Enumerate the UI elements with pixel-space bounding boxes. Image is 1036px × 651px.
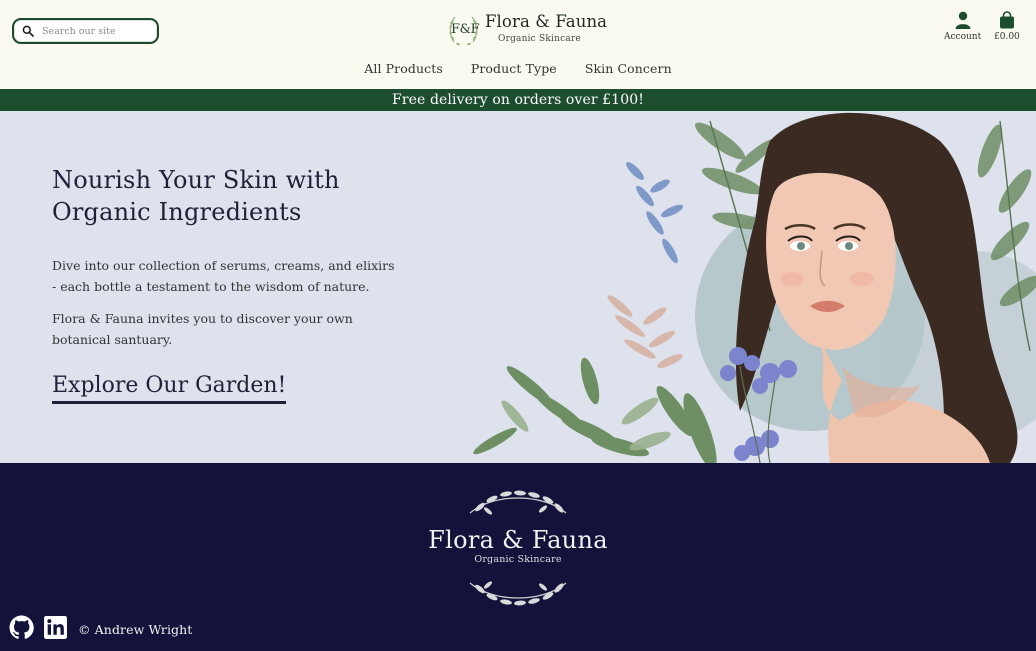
nav-product-type[interactable]: Product Type xyxy=(471,61,557,76)
brand-monogram: F&F xyxy=(451,22,480,37)
brand-name: Flora & Fauna xyxy=(485,12,608,31)
nav-skin-concern[interactable]: Skin Concern xyxy=(585,61,672,76)
laurel-wreath-icon: F&F xyxy=(448,12,480,49)
search-icon[interactable] xyxy=(22,22,34,41)
github-icon xyxy=(9,615,34,639)
shopping-bag-icon xyxy=(999,11,1014,29)
hero-title: Nourish Your Skin with Organic Ingredien… xyxy=(52,166,340,226)
brand-tagline: Organic Skincare xyxy=(498,34,581,44)
hero-section: Nourish Your Skin with Organic Ingredien… xyxy=(0,111,1036,463)
search-input[interactable] xyxy=(42,25,154,37)
social-links: © Andrew Wright xyxy=(9,615,192,644)
account-link[interactable]: Account xyxy=(944,11,981,42)
site-footer: Flora & Fauna Organic Skincare © Andrew … xyxy=(0,463,1036,651)
search-form[interactable] xyxy=(12,18,159,44)
hero-paragraph-2: Flora & Fauna invites you to discover yo… xyxy=(52,311,353,347)
footer-tagline: Organic Skincare xyxy=(474,554,562,565)
site-header: F&F Flora & Fauna Organic Skincare All P… xyxy=(0,0,1036,89)
cart-total: £0.00 xyxy=(994,32,1020,42)
github-link[interactable] xyxy=(9,615,43,644)
brand-text: Flora & Fauna Organic Skincare xyxy=(485,12,607,44)
nav-all-products[interactable]: All Products xyxy=(364,61,443,76)
linkedin-link[interactable] xyxy=(43,615,77,644)
cart-link[interactable]: £0.00 xyxy=(994,11,1020,42)
explore-garden-link[interactable]: Explore Our Garden! xyxy=(52,372,287,404)
main-nav: All Products Product Type Skin Concern xyxy=(0,61,1036,76)
hero-paragraph-1: Dive into our collection of serums, crea… xyxy=(52,258,395,294)
copyright: © Andrew Wright xyxy=(78,622,193,637)
promo-banner: Free delivery on orders over £100! xyxy=(0,89,1036,111)
account-icon xyxy=(955,11,971,29)
brand-logo-link[interactable]: F&F Flora & Fauna Organic Skincare xyxy=(448,12,607,49)
hero-illustration xyxy=(473,112,1036,463)
account-label: Account xyxy=(944,32,982,42)
footer-brand-name: Flora & Fauna xyxy=(428,526,608,554)
linkedin-icon xyxy=(44,616,67,639)
